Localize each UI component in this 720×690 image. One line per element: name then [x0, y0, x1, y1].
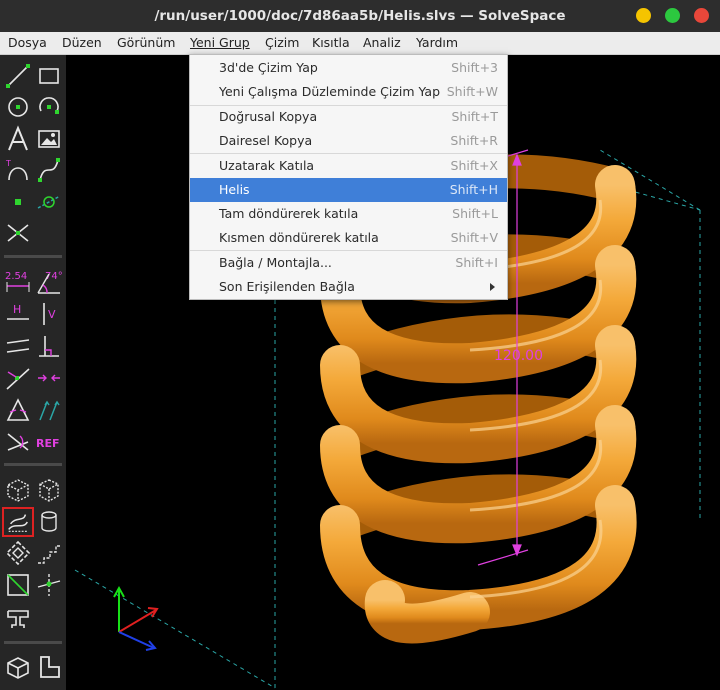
window-title: /run/user/1000/doc/7d86aa5b/Helis.slvs —… — [154, 8, 566, 24]
menu-dosya[interactable]: Dosya — [8, 32, 47, 54]
sketch-in-3d-icon[interactable] — [4, 603, 32, 631]
svg-text:H: H — [13, 303, 21, 316]
maximize-button[interactable] — [665, 8, 680, 23]
text-tool-icon[interactable] — [4, 125, 32, 153]
toolbar-separator — [4, 255, 62, 258]
toolbar-separator — [4, 463, 62, 466]
point-tool-icon[interactable] — [4, 188, 32, 216]
reference-constraint-icon[interactable]: REF — [35, 428, 63, 456]
image-tool-icon[interactable] — [35, 125, 63, 153]
menu-cizim[interactable]: Çizim — [265, 32, 299, 54]
angle-constraint-icon[interactable]: 74° — [35, 268, 63, 296]
submenu-arrow-icon — [490, 283, 495, 291]
helix-group-icon[interactable] — [2, 507, 34, 537]
linear-array-group-icon[interactable] — [35, 539, 63, 567]
axis-triad — [113, 585, 159, 651]
sketch-in-plane-icon[interactable] — [4, 653, 32, 681]
minimize-button[interactable] — [636, 8, 651, 23]
rectangle-tool-icon[interactable] — [35, 62, 63, 90]
title-bar: /run/user/1000/doc/7d86aa5b/Helis.slvs —… — [0, 0, 720, 32]
menu-item-revolve[interactable]: Tam döndürerek katıla Shift+L — [190, 202, 507, 226]
line-tool-icon[interactable] — [4, 62, 32, 90]
symmetric-constraint-icon[interactable] — [35, 364, 63, 392]
dimension-label[interactable]: 120.00 — [494, 348, 543, 364]
menu-bar: Dosya Düzen Görünüm Yeni Grup Çizim Kısı… — [0, 32, 720, 55]
svg-text:V: V — [48, 308, 56, 321]
nearest-ortho-view-icon[interactable] — [35, 476, 63, 504]
menu-item-sketch-3d[interactable]: 3d'de Çizim Yap Shift+3 — [190, 56, 507, 80]
horizontal-constraint-icon[interactable]: H — [4, 300, 32, 328]
menu-item-circular-array[interactable]: Dairesel Kopya Shift+R — [190, 129, 507, 153]
menu-item-helix[interactable]: Helis Shift+H — [190, 178, 507, 202]
equal-constraint-icon[interactable] — [4, 396, 32, 424]
yeni-grup-dropdown: 3d'de Çizim Yap Shift+3 Yeni Çalışma Düzl… — [189, 54, 508, 300]
left-toolbar: T 2.54 74° H V REF — [0, 55, 66, 690]
menu-analiz[interactable]: Analiz — [363, 32, 401, 54]
distance-constraint-icon[interactable]: 2.54 — [4, 268, 32, 296]
menu-gorunum[interactable]: Görünüm — [117, 32, 175, 54]
extrude-group-icon[interactable] — [4, 539, 32, 567]
menu-item-linear-array[interactable]: Doğrusal Kopya Shift+T — [190, 105, 507, 129]
step-translate-icon[interactable] — [4, 571, 32, 599]
menu-item-lathe[interactable]: Kısmen döndürerek katıla Shift+V — [190, 226, 507, 250]
menu-item-link-assemble[interactable]: Bağla / Montajla... Shift+I — [190, 251, 507, 275]
vertical-constraint-icon[interactable]: V — [35, 300, 63, 328]
svg-text:2.54: 2.54 — [5, 271, 27, 282]
spline-tool-icon[interactable] — [35, 156, 63, 184]
menu-yeni-grup[interactable]: Yeni Grup — [190, 32, 250, 54]
perpendicular-constraint-icon[interactable] — [35, 332, 63, 360]
toolbar-separator — [4, 641, 62, 644]
tangent-arc-tool-icon[interactable]: T — [4, 156, 32, 184]
close-button[interactable] — [694, 8, 709, 23]
menu-kisitla[interactable]: Kısıtla — [312, 32, 350, 54]
same-orientation-constraint-icon[interactable] — [35, 396, 63, 424]
circle-tool-icon[interactable] — [4, 93, 32, 121]
menu-item-extrude[interactable]: Uzatarak Katıla Shift+X — [190, 154, 507, 178]
split-curves-tool-icon[interactable] — [4, 219, 32, 247]
menu-duzen[interactable]: Düzen — [62, 32, 102, 54]
menu-item-link-recent[interactable]: Son Erişilenden Bağla — [190, 275, 507, 299]
parallel-constraint-icon[interactable] — [4, 332, 32, 360]
svg-text:T: T — [5, 159, 11, 168]
point-on-line-constraint-icon[interactable] — [4, 364, 32, 392]
menu-item-sketch-workplane[interactable]: Yeni Çalışma Düzleminde Çizim Yap Shift+W — [190, 80, 507, 104]
nearest-isometric-view-icon[interactable] — [4, 476, 32, 504]
step-rotate-icon[interactable] — [35, 571, 63, 599]
svg-text:REF: REF — [36, 437, 60, 450]
construction-tool-icon[interactable] — [35, 188, 63, 216]
other-supplementary-constraint-icon[interactable] — [4, 428, 32, 456]
arc-tool-icon[interactable] — [35, 93, 63, 121]
menu-yardim[interactable]: Yardım — [416, 32, 458, 54]
revolve-group-icon[interactable] — [35, 507, 63, 535]
workplane-icon[interactable] — [35, 653, 63, 681]
